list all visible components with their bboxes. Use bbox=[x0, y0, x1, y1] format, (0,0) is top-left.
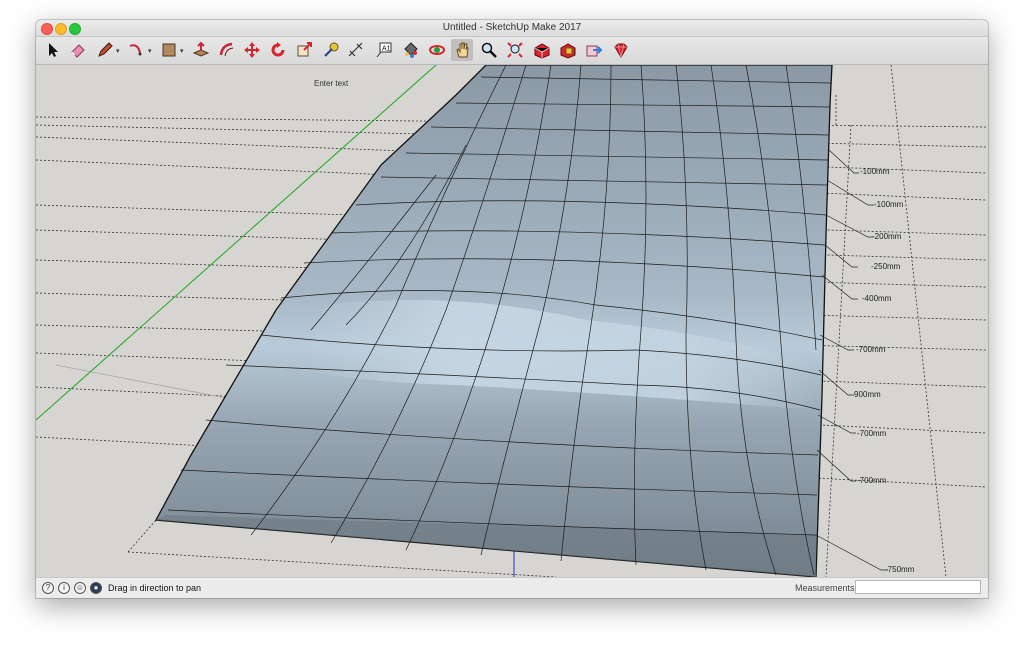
status-message: Drag in direction to pan bbox=[108, 583, 202, 593]
window-title: Untitled - SketchUp Make 2017 bbox=[442, 22, 582, 33]
dimension-label[interactable]: -700mm bbox=[857, 429, 886, 438]
title-bar: Untitled - SketchUp Make 2017 bbox=[36, 20, 988, 37]
share-model-tool[interactable] bbox=[583, 39, 605, 61]
credits-icon[interactable]: i bbox=[58, 582, 70, 594]
status-bar: ? i ☺ ● Drag in direction to pan Measure… bbox=[36, 577, 988, 598]
arc-icon bbox=[129, 44, 142, 56]
offset-tool[interactable] bbox=[216, 39, 238, 61]
text-icon: A1 bbox=[376, 42, 392, 58]
ruby-icon bbox=[614, 43, 628, 58]
paint-bucket-tool[interactable] bbox=[399, 39, 421, 61]
orbit-icon bbox=[429, 45, 445, 55]
dimension-label[interactable]: -400mm bbox=[862, 294, 891, 303]
measurements-label: Measurements bbox=[795, 583, 855, 593]
paint-bucket-icon bbox=[404, 42, 418, 58]
dimension-label[interactable]: -700mm bbox=[856, 345, 885, 354]
move-tool[interactable] bbox=[241, 39, 263, 61]
dimension-label[interactable]: -100mm bbox=[860, 167, 889, 176]
tape-measure-tool[interactable] bbox=[320, 39, 342, 61]
dimension-label[interactable]: -700mm bbox=[857, 476, 886, 485]
text-entry-placeholder[interactable]: Enter text bbox=[314, 79, 348, 88]
measurements-input[interactable] bbox=[855, 580, 981, 594]
extension-warehouse-icon bbox=[560, 43, 576, 59]
sketchup-window: Untitled - SketchUp Make 2017 ▾ ▾ ▾ A1 E… bbox=[36, 20, 988, 598]
warehouse-icon bbox=[534, 43, 550, 59]
dimension-label[interactable]: -100mm bbox=[874, 200, 903, 209]
scale-icon bbox=[297, 42, 312, 57]
chevron-down-icon[interactable]: ▾ bbox=[148, 47, 152, 55]
move-icon bbox=[244, 42, 260, 58]
chevron-down-icon[interactable]: ▾ bbox=[116, 47, 120, 55]
dimension-tool[interactable] bbox=[345, 39, 367, 61]
zoom-tool[interactable] bbox=[478, 39, 500, 61]
text-tool[interactable]: A1 bbox=[373, 39, 395, 61]
svg-text:A1: A1 bbox=[382, 46, 391, 53]
tape-measure-icon bbox=[324, 42, 339, 57]
dimension-label[interactable]: 900mm bbox=[854, 390, 881, 399]
rectangle-icon bbox=[162, 43, 176, 57]
rotate-icon bbox=[271, 42, 285, 57]
pan-tool[interactable] bbox=[451, 39, 473, 61]
offset-icon bbox=[219, 42, 234, 57]
hand-icon bbox=[456, 42, 469, 58]
scale-tool[interactable] bbox=[293, 39, 315, 61]
extension-warehouse-tool[interactable] bbox=[557, 39, 579, 61]
dimension-label[interactable]: -200mm bbox=[872, 232, 901, 241]
terrain-model bbox=[36, 65, 987, 577]
dimension-icon bbox=[348, 42, 363, 57]
shapes-tool[interactable] bbox=[158, 39, 180, 61]
geo-location-icon[interactable]: ? bbox=[42, 582, 54, 594]
push-pull-tool[interactable] bbox=[190, 39, 212, 61]
eraser-icon bbox=[71, 44, 85, 58]
zoom-extents-tool[interactable] bbox=[504, 39, 526, 61]
push-pull-icon bbox=[192, 41, 210, 57]
dimension-label[interactable]: -250mm bbox=[871, 262, 900, 271]
orbit-tool[interactable] bbox=[426, 39, 448, 61]
zoom-extents-icon bbox=[507, 42, 523, 58]
magnifier-icon bbox=[481, 42, 497, 58]
user-icon[interactable]: ☺ bbox=[74, 582, 86, 594]
warehouse-tool[interactable] bbox=[531, 39, 553, 61]
drawing-viewport[interactable]: Enter text -100mm -100mm -200mm -250mm -… bbox=[36, 65, 988, 577]
arc-tool[interactable] bbox=[126, 39, 148, 61]
dimension-label[interactable]: -750mm bbox=[885, 565, 914, 574]
instructor-icon[interactable]: ● bbox=[90, 582, 102, 594]
pencil-icon bbox=[98, 42, 113, 57]
toolbar: ▾ ▾ ▾ A1 bbox=[36, 37, 988, 65]
ruby-tool[interactable] bbox=[610, 39, 632, 61]
eraser-tool[interactable] bbox=[67, 39, 89, 61]
select-tool[interactable] bbox=[42, 39, 64, 61]
share-icon bbox=[586, 45, 603, 57]
rotate-tool[interactable] bbox=[267, 39, 289, 61]
pencil-tool[interactable] bbox=[94, 39, 116, 61]
arrow-cursor-icon bbox=[49, 43, 58, 57]
chevron-down-icon[interactable]: ▾ bbox=[180, 47, 184, 55]
